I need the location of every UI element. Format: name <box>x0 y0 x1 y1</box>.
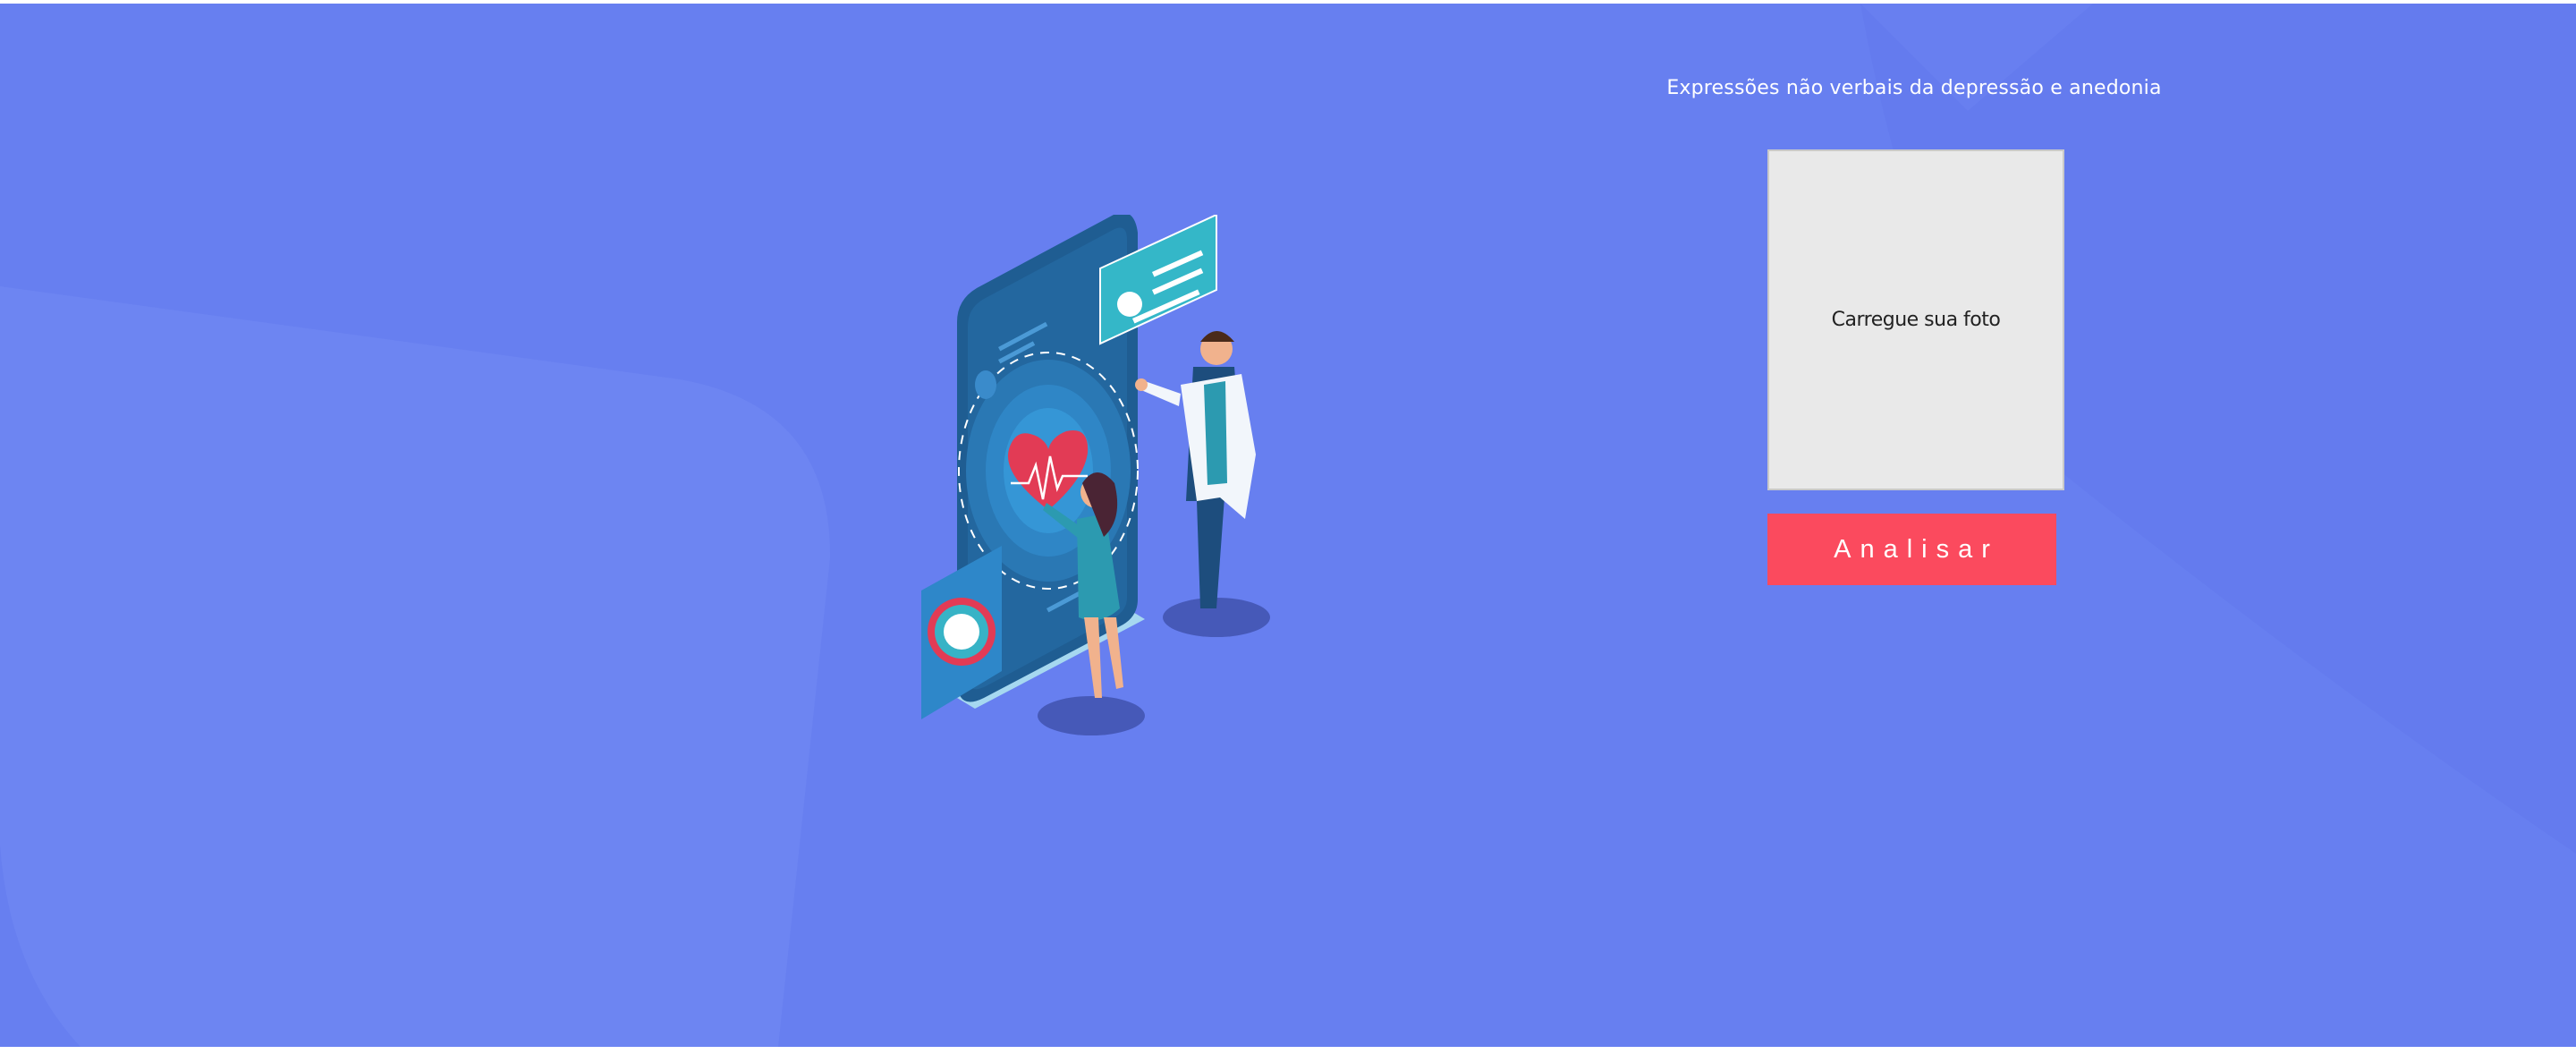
analyze-button[interactable]: Analisar <box>1767 514 2056 585</box>
page-title: Expressões não verbais da depressão e an… <box>1666 77 2162 99</box>
page-background: Expressões não verbais da depressão e an… <box>0 4 2576 1047</box>
upload-label: Carregue sua foto <box>1831 309 2001 331</box>
photo-upload-area[interactable]: Carregue sua foto <box>1767 149 2064 490</box>
medical-app-illustration <box>921 215 1270 735</box>
